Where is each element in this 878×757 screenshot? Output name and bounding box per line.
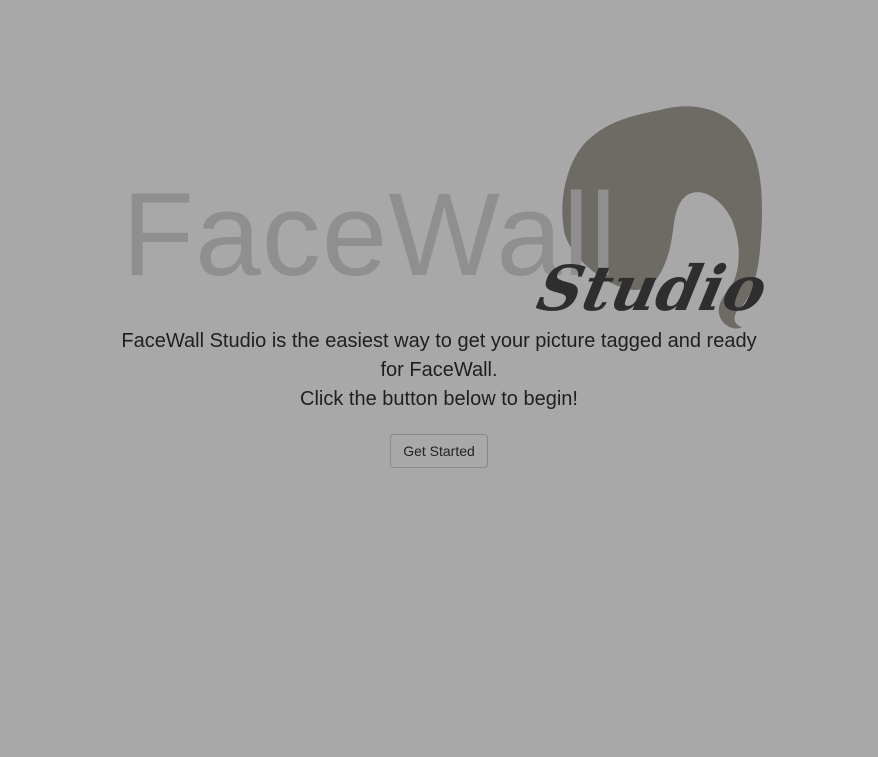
logo-svg: FaceWall Studio xyxy=(122,106,770,329)
facewall-studio-logo: FaceWall Studio xyxy=(120,105,770,330)
page: FaceWall Studio FaceWall Studio is the e… xyxy=(0,0,878,757)
get-started-button[interactable]: Get Started xyxy=(390,434,488,468)
intro-instruction: Click the button below to begin! xyxy=(300,388,578,410)
intro-text: FaceWall Studio is the easiest way to ge… xyxy=(0,327,878,414)
intro-description: FaceWall Studio is the easiest way to ge… xyxy=(121,330,757,381)
wordmark-studio-script: Studio xyxy=(531,252,770,325)
